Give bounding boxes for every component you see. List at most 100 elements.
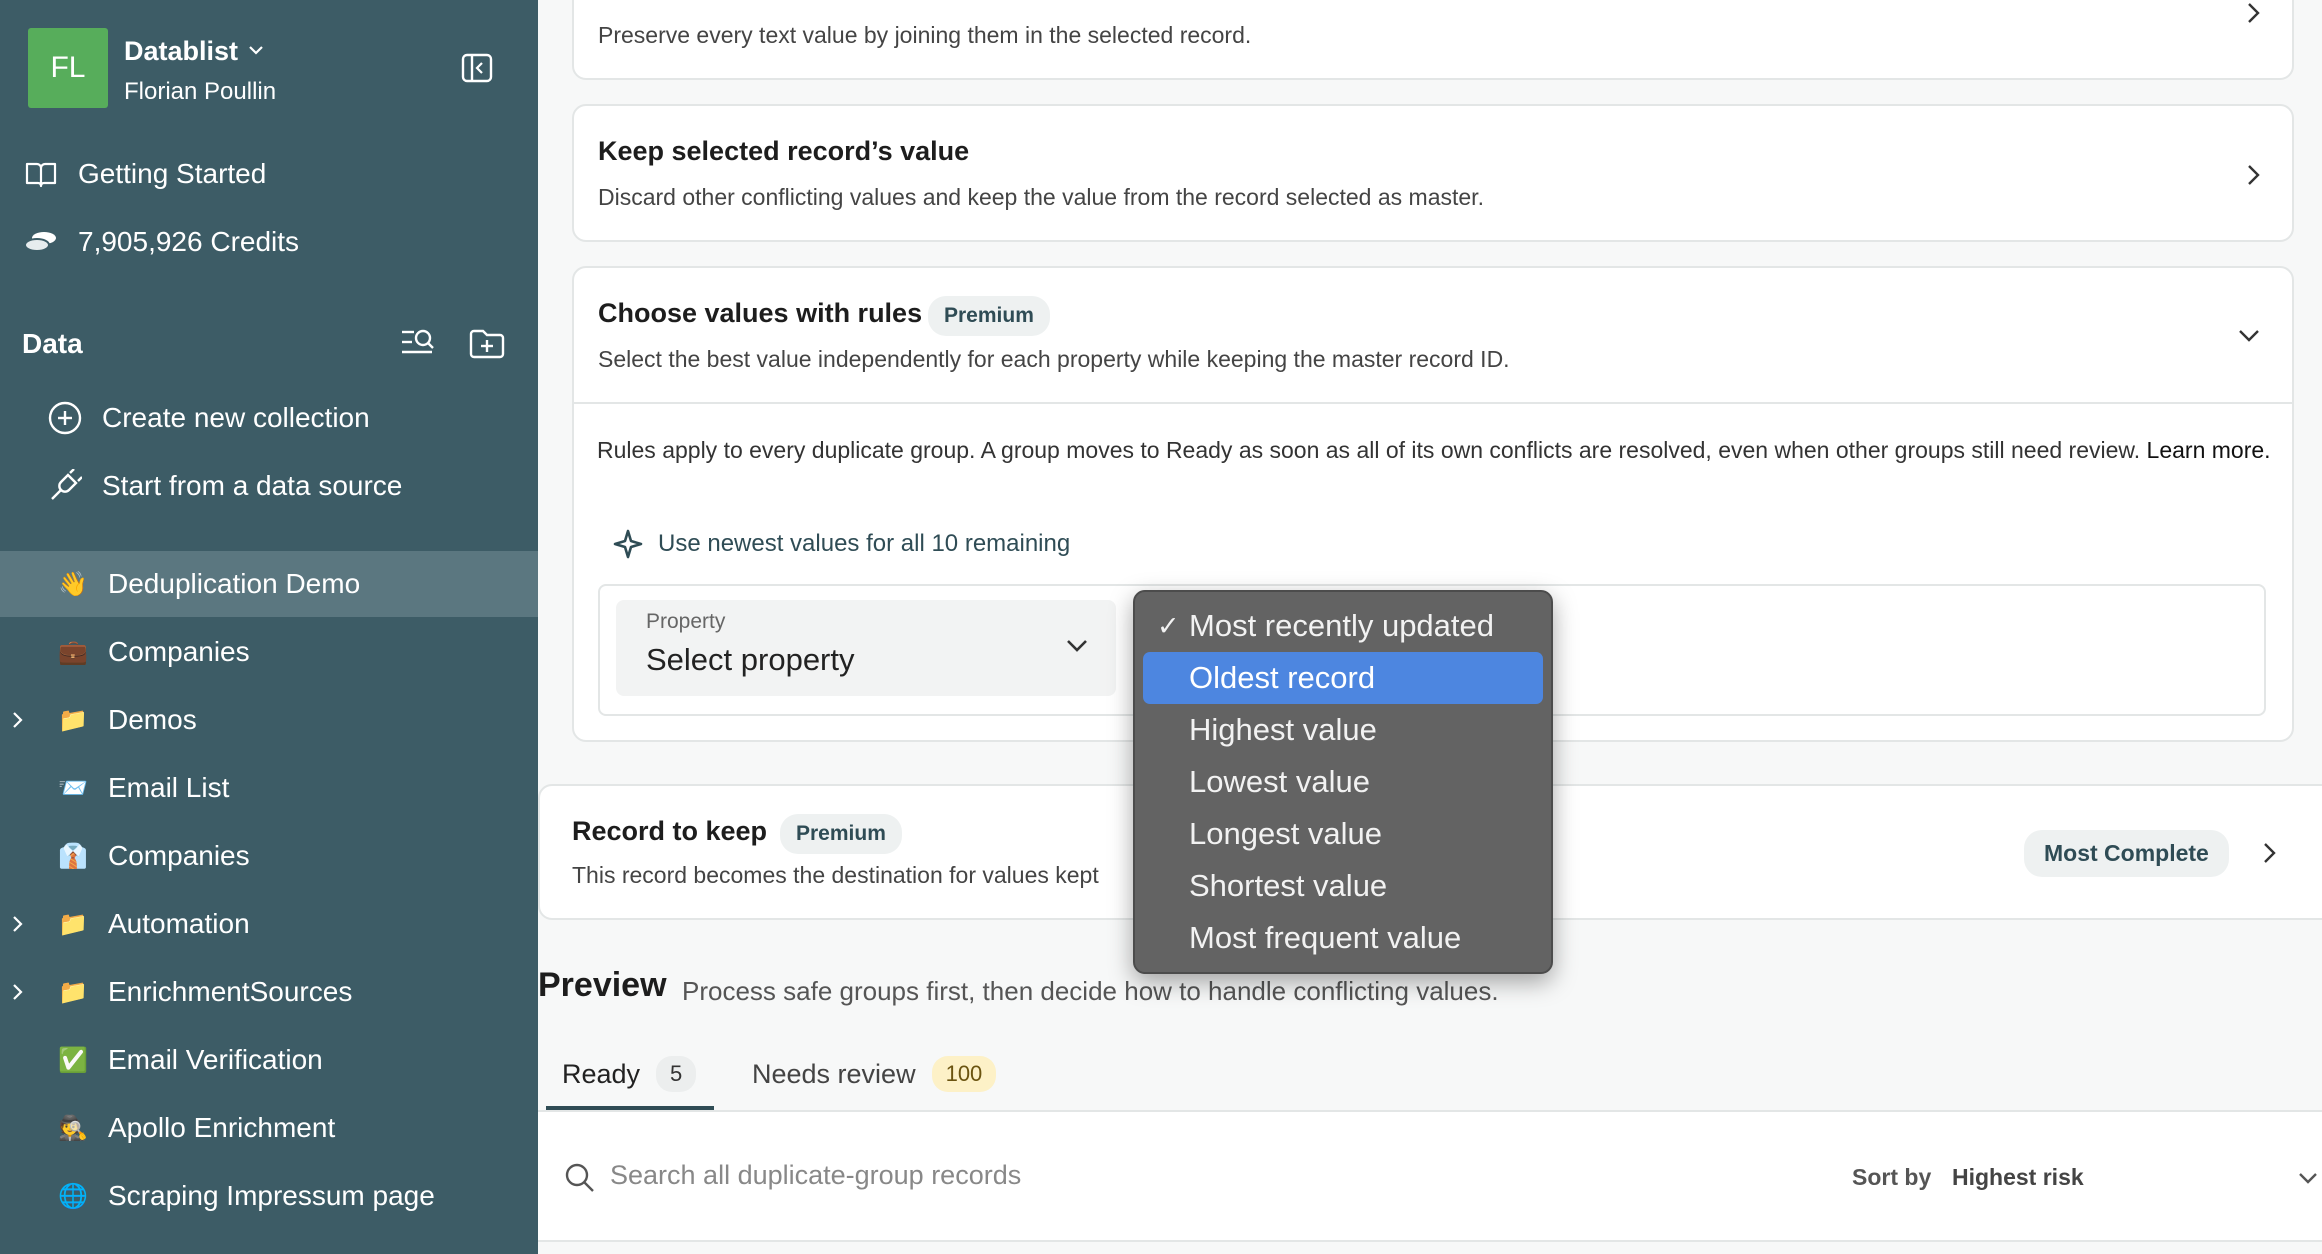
rule-strategy-dropdown[interactable]: ✓ Most recently updated Oldest record Highe… bbox=[1133, 590, 1553, 974]
workspace-name[interactable]: Datablist bbox=[124, 36, 238, 67]
rules-header[interactable]: Choose values with rules Premium Select … bbox=[574, 268, 2292, 404]
preview-title: Preview bbox=[538, 966, 667, 1004]
collection-emoji-icon: 📁 bbox=[58, 978, 88, 1006]
chevron-right-icon[interactable] bbox=[10, 981, 26, 1003]
dropdown-option-label: Longest value bbox=[1189, 816, 1383, 851]
nav-getting-started[interactable]: Getting Started bbox=[0, 142, 538, 206]
sparkle-icon bbox=[613, 529, 643, 559]
dropdown-option[interactable]: Shortest value bbox=[1143, 860, 1543, 912]
sidebar-collection-item[interactable]: 🌐 Scraping Impressum page bbox=[0, 1163, 538, 1229]
sidebar-collection-item[interactable]: 📨 Email List bbox=[0, 755, 538, 821]
use-newest-values-label: Use newest values for all 10 remaining bbox=[658, 530, 1071, 557]
sort-by-label: Sort by bbox=[1852, 1164, 1932, 1190]
workspace-switcher[interactable]: FL Datablist Florian Poullin bbox=[28, 28, 528, 110]
search-icon bbox=[565, 1163, 594, 1192]
record-keep-description: This record becomes the destination for … bbox=[572, 862, 1099, 888]
nav-credits-label: 7,905,926 Credits bbox=[78, 226, 300, 257]
dropdown-option-label: Lowest value bbox=[1189, 764, 1370, 799]
dropdown-option[interactable]: Lowest value bbox=[1143, 756, 1543, 808]
book-icon bbox=[24, 157, 58, 191]
chevron-down-icon bbox=[2299, 1173, 2317, 1184]
tab-needs-review-label: Needs review bbox=[752, 1058, 916, 1089]
tab-ready-count: 5 bbox=[656, 1056, 697, 1092]
collection-label: Email Verification bbox=[108, 1044, 323, 1075]
preview-subtitle: Process safe groups first, then decide h… bbox=[682, 976, 1499, 1006]
collection-label: Apollo Enrichment bbox=[108, 1112, 336, 1143]
dropdown-option-label: Oldest record bbox=[1189, 660, 1376, 695]
sidebar-collection-item[interactable]: 👋 Deduplication Demo bbox=[0, 551, 538, 617]
rules-explanation: Rules apply to every duplicate group. A … bbox=[597, 430, 2277, 470]
sidebar-collection-item[interactable]: 📁 EnrichmentSources bbox=[0, 959, 538, 1025]
collection-emoji-icon: 👔 bbox=[58, 842, 88, 870]
chevron-right-icon bbox=[2248, 165, 2260, 185]
plus-circle-icon bbox=[48, 401, 82, 435]
collection-emoji-icon: ✅ bbox=[58, 1046, 88, 1074]
rules-title: Choose values with rules bbox=[598, 298, 923, 328]
collection-label: EnrichmentSources bbox=[108, 976, 353, 1007]
tab-needs-review[interactable]: Needs review 100 bbox=[752, 1056, 997, 1092]
tab-ready[interactable]: Ready 5 bbox=[562, 1056, 697, 1092]
collection-emoji-icon: 🕵️ bbox=[58, 1114, 88, 1142]
sidebar: FL Datablist Florian Poullin Getting Sta… bbox=[0, 0, 538, 1254]
dropdown-option[interactable]: Longest value bbox=[1143, 808, 1543, 860]
join-description: Preserve every text value by joining the… bbox=[598, 22, 1252, 48]
add-folder-icon[interactable] bbox=[468, 326, 506, 360]
property-select-value: Select property bbox=[646, 642, 855, 677]
property-select[interactable]: Property Select property bbox=[616, 600, 1116, 696]
dropdown-option[interactable]: Most frequent value bbox=[1143, 912, 1543, 964]
chevron-right-icon bbox=[2248, 3, 2260, 23]
chevron-right-icon[interactable] bbox=[10, 913, 26, 935]
chevron-right-icon bbox=[2264, 843, 2276, 863]
dropdown-option-label: Highest value bbox=[1189, 712, 1377, 747]
avatar: FL bbox=[28, 28, 108, 108]
merge-option-keep-selected[interactable]: Keep selected record’s value Discard oth… bbox=[572, 104, 2294, 242]
tab-needs-review-count: 100 bbox=[931, 1056, 997, 1092]
learn-more-link[interactable]: Learn more. bbox=[2147, 437, 2271, 463]
start-data-source-label: Start from a data source bbox=[102, 470, 403, 501]
sidebar-collection-item[interactable]: 📁 Demos bbox=[0, 687, 538, 753]
create-collection-button[interactable]: Create new collection bbox=[0, 386, 538, 450]
checkmark-icon: ✓ bbox=[1157, 610, 1180, 641]
dropdown-option[interactable]: Oldest record bbox=[1143, 652, 1543, 704]
sidebar-collection-item[interactable]: ✅ Email Verification bbox=[0, 1027, 538, 1093]
start-data-source-button[interactable]: Start from a data source bbox=[0, 454, 538, 518]
dropdown-option-label: Shortest value bbox=[1189, 868, 1388, 903]
collection-emoji-icon: 📁 bbox=[58, 910, 88, 938]
premium-badge: Premium bbox=[780, 814, 902, 854]
premium-badge: Premium bbox=[928, 296, 1050, 336]
workspace-user: Florian Poullin bbox=[124, 78, 277, 105]
dropdown-option[interactable]: ✓ Most recently updated bbox=[1143, 600, 1543, 652]
collection-emoji-icon: 👋 bbox=[58, 570, 88, 598]
collection-emoji-icon: 📁 bbox=[58, 706, 88, 734]
sidebar-collection-item[interactable]: 📁 Automation bbox=[0, 891, 538, 957]
sidebar-collapse-icon[interactable] bbox=[460, 52, 494, 84]
chevron-right-icon[interactable] bbox=[10, 709, 26, 731]
search-input[interactable]: Search all duplicate-group records bbox=[610, 1160, 1021, 1191]
sidebar-collection-item[interactable]: 💼 Companies bbox=[0, 619, 538, 685]
record-keep-value: Most Complete bbox=[2024, 830, 2229, 877]
merge-option-join[interactable]: Preserve every text value by joining the… bbox=[572, 0, 2294, 80]
create-collection-label: Create new collection bbox=[102, 402, 370, 433]
chevron-down-icon bbox=[1067, 640, 1087, 652]
property-select-label: Property bbox=[646, 610, 726, 633]
keep-title: Keep selected record’s value bbox=[598, 136, 970, 166]
use-newest-values-button[interactable]: Use newest values for all 10 remaining bbox=[612, 528, 1070, 560]
plug-icon bbox=[48, 469, 82, 503]
collection-label: Scraping Impressum page bbox=[108, 1180, 435, 1211]
sidebar-collection-item[interactable]: 🕵️ Apollo Enrichment bbox=[0, 1095, 538, 1161]
collection-emoji-icon: 💼 bbox=[58, 638, 88, 666]
chevron-down-icon bbox=[249, 46, 263, 55]
keep-description: Discard other conflicting values and kee… bbox=[598, 184, 1484, 210]
record-keep-title: Record to keep bbox=[572, 816, 768, 846]
nav-credits[interactable]: 7,905,926 Credits bbox=[0, 210, 538, 274]
sort-select[interactable]: Highest risk bbox=[1952, 1164, 2084, 1191]
dropdown-option[interactable]: Highest value bbox=[1143, 704, 1543, 756]
rules-explanation-text: Rules apply to every duplicate group. A … bbox=[597, 437, 2141, 463]
search-collections-icon[interactable] bbox=[400, 326, 436, 360]
dropdown-option-label: Most frequent value bbox=[1189, 920, 1462, 955]
sidebar-collection-item[interactable]: 👔 Companies bbox=[0, 823, 538, 889]
collection-label: Email List bbox=[108, 772, 230, 803]
chevron-down-icon bbox=[2239, 330, 2259, 342]
collection-label: Deduplication Demo bbox=[108, 568, 361, 599]
collection-label: Automation bbox=[108, 908, 250, 939]
